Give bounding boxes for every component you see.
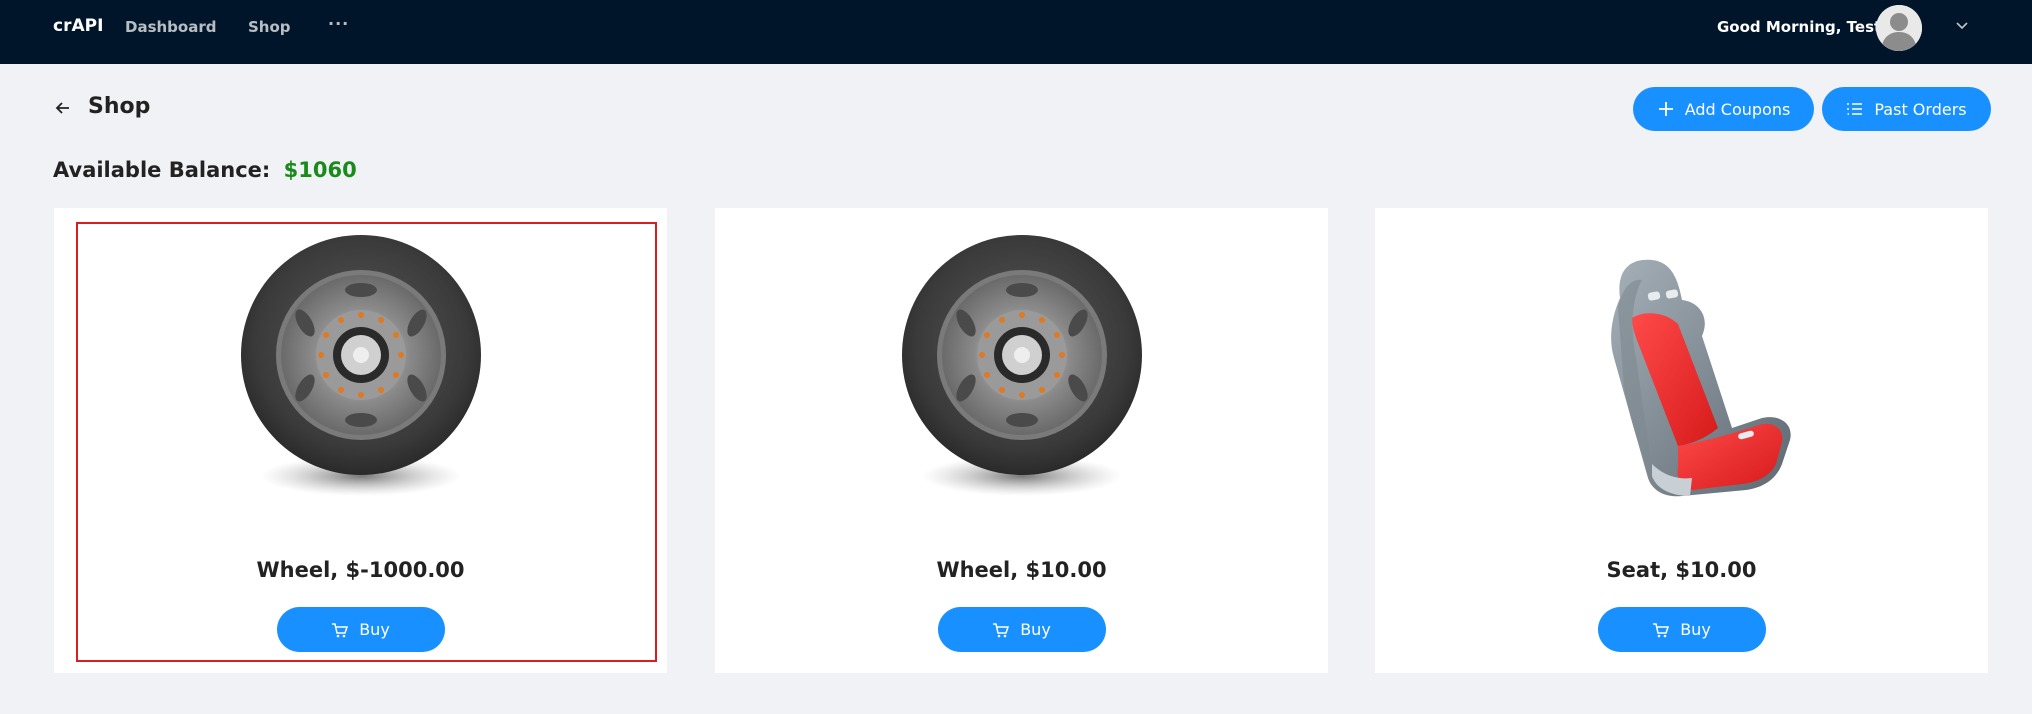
plus-icon: [1658, 102, 1673, 116]
balance-value: $1060: [283, 158, 357, 182]
nav-shop[interactable]: Shop: [248, 18, 291, 36]
buy-label: Buy: [1680, 620, 1711, 639]
product-title: Wheel, $10.00: [936, 558, 1107, 582]
add-coupons-button[interactable]: Add Coupons: [1633, 87, 1814, 131]
shopping-cart-icon: [332, 622, 349, 637]
buy-label: Buy: [359, 620, 390, 639]
nav-more-menu[interactable]: ···: [328, 14, 349, 33]
arrow-left-icon[interactable]: [53, 98, 73, 118]
balance-label: Available Balance:: [53, 158, 271, 182]
buy-label: Buy: [1020, 620, 1051, 639]
brand-logo[interactable]: crAPI: [53, 16, 103, 36]
product-card: Seat, $10.00 Buy: [1375, 208, 1988, 673]
nav-dashboard[interactable]: Dashboard: [125, 18, 216, 36]
past-orders-button[interactable]: Past Orders: [1822, 87, 1991, 131]
buy-button[interactable]: Buy: [1597, 607, 1766, 652]
ordered-list-icon: [1847, 103, 1863, 115]
wheel-image: [872, 228, 1172, 528]
buy-button[interactable]: Buy: [937, 607, 1106, 652]
product-card: Wheel, $-1000.00 Buy: [54, 208, 667, 673]
user-greeting: Good Morning, Test!: [1717, 18, 1889, 36]
buy-button[interactable]: Buy: [276, 607, 445, 652]
seat-image: [1532, 228, 1832, 528]
wheel-image: [211, 228, 511, 528]
chevron-down-icon[interactable]: [1953, 16, 1971, 34]
product-card: Wheel, $10.00 Buy: [715, 208, 1328, 673]
shopping-cart-icon: [1653, 622, 1670, 637]
product-title: Seat, $10.00: [1606, 558, 1757, 582]
user-avatar-icon[interactable]: [1876, 5, 1922, 51]
add-coupons-label: Add Coupons: [1684, 99, 1791, 119]
top-navbar: crAPI Dashboard Shop ··· Good Morning, T…: [0, 0, 2032, 64]
available-balance: Available Balance: $1060: [53, 158, 357, 182]
past-orders-label: Past Orders: [1874, 99, 1967, 119]
page-title: Shop: [88, 94, 151, 119]
product-title: Wheel, $-1000.00: [256, 558, 465, 582]
shopping-cart-icon: [993, 622, 1010, 637]
